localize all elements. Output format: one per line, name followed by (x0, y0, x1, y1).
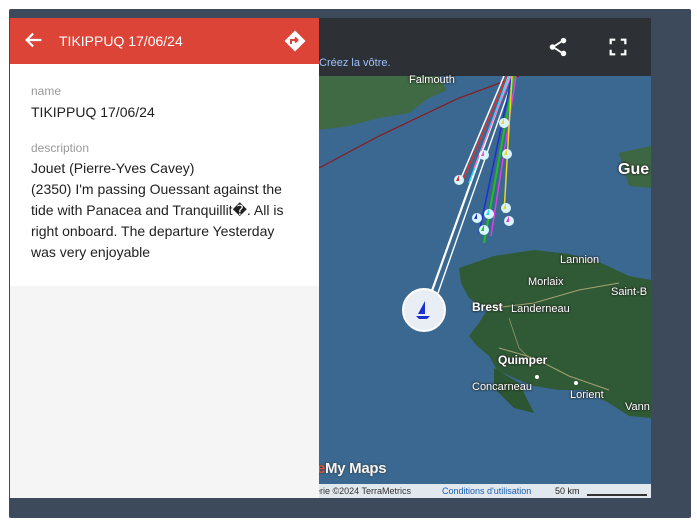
arrow-left-icon[interactable] (23, 29, 45, 51)
boat-marker[interactable] (499, 118, 509, 128)
my-maps-watermark: eMy Maps (319, 460, 387, 477)
boat-marker[interactable] (472, 213, 482, 223)
map-terrain (319, 18, 651, 498)
place-guernsey: Gue (618, 161, 650, 178)
description-line: (2350) I'm passing Ouessant against the (31, 181, 282, 197)
place-falmouth: Falmouth (409, 74, 455, 86)
panel-body: name TIKIPPUQ 17/06/24 description Jouet… (10, 64, 319, 286)
place-brest: Brest (472, 300, 503, 314)
description-line: tide with Panacea and Tranquillit�. All … (31, 202, 284, 218)
panel-header: TIKIPPUQ 17/06/24 (10, 18, 319, 64)
place-saint-brieuc: Saint-B (611, 286, 648, 298)
place-vannes: Vann (625, 401, 650, 413)
place-morlaix: Morlaix (528, 276, 564, 288)
boat-marker[interactable] (479, 150, 489, 160)
directions-icon[interactable] (283, 29, 307, 53)
create-your-own-link[interactable]: Créez la vôtre. (319, 57, 391, 69)
name-value: TIKIPPUQ 17/06/24 (31, 104, 155, 120)
place-landerneau: Landerneau (511, 303, 570, 315)
terms-link[interactable]: Conditions d'utilisation (442, 486, 531, 496)
city-dot (574, 381, 578, 385)
fullscreen-icon[interactable] (607, 36, 629, 58)
description-line: Jouet (Pierre-Yves Cavey) (31, 160, 195, 176)
description-line: was very enjoyable (31, 244, 151, 260)
description-label: description (31, 141, 90, 155)
scale-bar (587, 494, 647, 496)
boat-marker[interactable] (484, 209, 494, 219)
share-icon[interactable] (547, 36, 569, 58)
city-dot (535, 375, 539, 379)
screen: Créez la vôtre. Falmouth Gue Lannion Mor… (0, 0, 697, 524)
panel-title: TIKIPPUQ 17/06/24 (59, 33, 183, 49)
scale-label: 50 km (555, 486, 580, 496)
attribution-bar: erie ©2024 TerraMetrics Conditions d'uti… (319, 484, 651, 498)
boat-marker[interactable] (502, 149, 512, 159)
place-concarneau: Concarneau (472, 381, 532, 393)
name-label: name (31, 84, 62, 98)
place-quimper: Quimper (498, 353, 548, 367)
map-view[interactable]: Créez la vôtre. Falmouth Gue Lannion Mor… (319, 18, 651, 498)
map-attribution: erie ©2024 TerraMetrics (319, 486, 412, 496)
description-value: Jouet (Pierre-Yves Cavey) (2350) I'm pas… (31, 158, 301, 263)
place-lannion: Lannion (560, 254, 600, 266)
selected-boat-marker[interactable] (402, 288, 446, 332)
boat-marker[interactable] (454, 175, 464, 185)
boat-marker[interactable] (479, 225, 489, 235)
boat-marker[interactable] (501, 203, 511, 213)
feature-details-panel: TIKIPPUQ 17/06/24 name TIKIPPUQ 17/06/24… (10, 18, 319, 498)
boat-marker[interactable] (504, 216, 514, 226)
place-lorient: Lorient (570, 389, 604, 401)
description-line: right onboard. The departure Yesterday (31, 223, 275, 239)
